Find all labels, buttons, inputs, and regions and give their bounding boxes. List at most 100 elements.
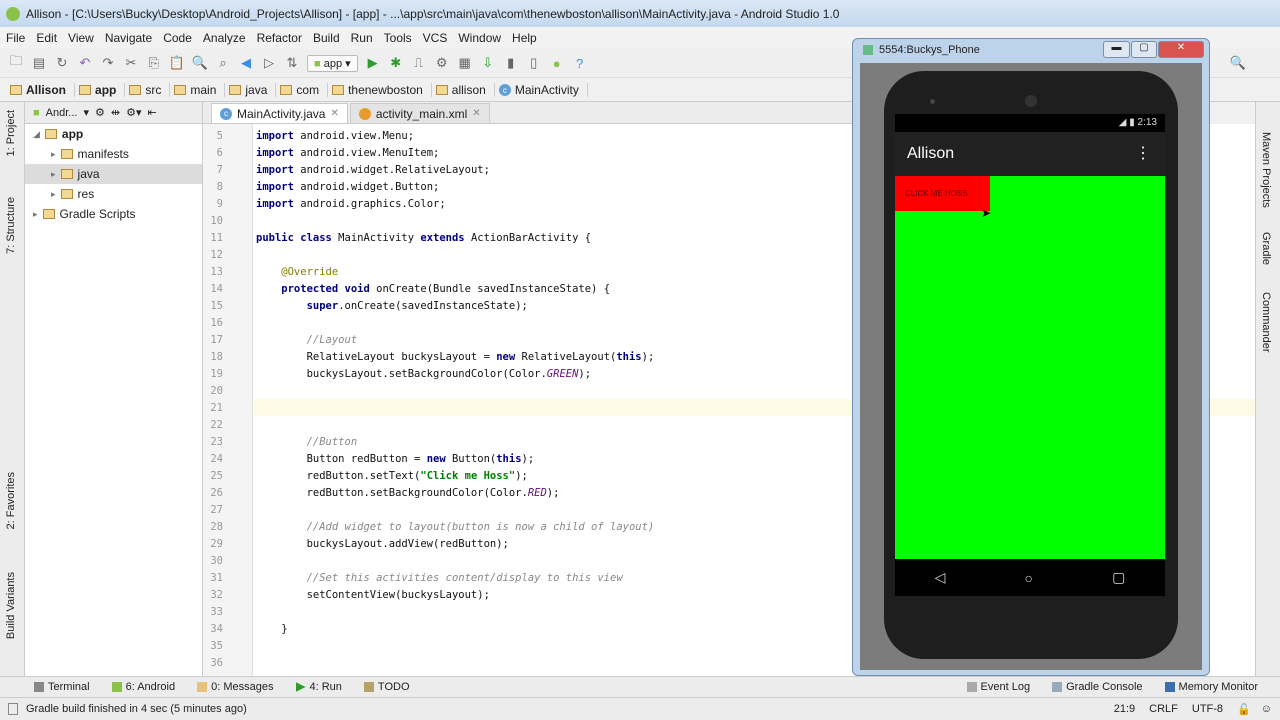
expand-arrow-icon[interactable]: ▸ (51, 189, 56, 200)
breadcrumb-item[interactable]: Allison (10, 83, 76, 97)
overflow-menu-icon[interactable]: ⋮ (1135, 132, 1151, 176)
maven-projects-tool-tab[interactable]: Maven Projects (1260, 132, 1272, 208)
breadcrumb-item[interactable]: src (129, 83, 171, 97)
redo-icon[interactable]: ↷ (100, 55, 116, 71)
breadcrumb-item[interactable]: c MainActivity (498, 83, 588, 97)
project-view-select[interactable]: Andr... (46, 107, 78, 119)
android-icon[interactable]: ● (549, 55, 565, 71)
close-tab-icon[interactable]: ✕ (472, 108, 480, 119)
menu-code[interactable]: Code (163, 31, 192, 45)
menu-help[interactable]: Help (512, 31, 537, 45)
expand-arrow-icon[interactable]: ▸ (51, 169, 56, 180)
expand-arrow-icon[interactable]: ▸ (51, 149, 56, 160)
line-separator[interactable]: CRLF (1149, 703, 1178, 715)
code-line[interactable]: import android.widget.RelativeLayout; (256, 164, 490, 176)
menu-edit[interactable]: Edit (36, 31, 57, 45)
click-me-hoss-button[interactable]: CLICK ME HOSS (895, 176, 990, 211)
code-line[interactable]: buckysLayout.addView(redButton); (256, 538, 509, 550)
tab-activity-main-xml[interactable]: activity_main.xml ✕ (349, 103, 490, 123)
breadcrumb-item[interactable]: allison (435, 83, 495, 97)
close-button[interactable]: ✕ (1158, 41, 1204, 58)
code-line[interactable]: protected void onCreate(Bundle savedInst… (256, 283, 610, 295)
recents-nav-icon[interactable]: ▢ (1112, 569, 1125, 586)
tree-item[interactable]: ▸ Gradle Scripts (25, 204, 202, 224)
code-line[interactable]: setContentView(buckysLayout); (256, 589, 490, 601)
memory-monitor-tool-button[interactable]: Memory Monitor (1164, 681, 1258, 693)
maximize-button[interactable]: ▢ (1131, 41, 1157, 58)
minimize-button[interactable]: ▬ (1103, 41, 1130, 58)
home-nav-icon[interactable]: ○ (1025, 570, 1033, 586)
code-line[interactable]: import android.widget.Button; (256, 181, 439, 193)
caret-position[interactable]: 21:9 (1114, 703, 1135, 715)
code-line[interactable]: } (256, 623, 287, 635)
expand-arrow-icon[interactable]: ◢ (33, 129, 40, 140)
code-line[interactable]: super.onCreate(savedInstanceState); (256, 300, 528, 312)
copy-icon[interactable]: ⎘ (146, 55, 162, 71)
hide-icon[interactable]: ⇤ (147, 106, 156, 119)
code-line[interactable]: import android.graphics.Color; (256, 198, 446, 210)
code-line[interactable]: Button redButton = new Button(this); (256, 453, 535, 465)
make-icon[interactable]: ⇅ (284, 55, 300, 71)
back-icon[interactable]: ◀ (238, 55, 254, 71)
menu-tools[interactable]: Tools (384, 31, 412, 45)
android-tool-button[interactable]: 6: Android (111, 681, 175, 693)
terminal-tool-button[interactable]: Terminal (34, 681, 90, 693)
back-nav-icon[interactable]: ◁ (935, 569, 946, 586)
settings-icon[interactable]: ⚙ (95, 106, 105, 119)
debug-icon[interactable]: ✱ (388, 55, 404, 71)
messages-tool-button[interactable]: 0: Messages (197, 681, 274, 693)
breadcrumb-item[interactable]: app (79, 83, 126, 97)
structure-tool-tab[interactable]: 7: Structure (5, 197, 17, 254)
breadcrumb-item[interactable]: thenewboston (332, 83, 432, 97)
tree-item[interactable]: ◢ app (25, 124, 202, 144)
menu-file[interactable]: File (6, 31, 25, 45)
menu-refactor[interactable]: Refactor (257, 31, 302, 45)
avd-manager-icon[interactable]: ▮ (503, 55, 519, 71)
favorites-tool-tab[interactable]: 2: Favorites (5, 472, 17, 529)
code-line[interactable]: //Add widget to layout(button is now a c… (256, 521, 655, 533)
open-icon[interactable]: 🗀 (8, 53, 24, 71)
undo-icon[interactable]: ↶ (77, 55, 93, 71)
breadcrumb-item[interactable]: java (229, 83, 277, 97)
menu-build[interactable]: Build (313, 31, 340, 45)
gear-icon[interactable]: ⚙▾ (126, 106, 141, 119)
code-line[interactable]: redButton.setText("Click me Hoss"); (256, 470, 528, 482)
tree-item[interactable]: ▸ java (25, 164, 202, 184)
tab-mainactivity-java[interactable]: c MainActivity.java ✕ (211, 103, 348, 123)
tree-item[interactable]: ▸ res (25, 184, 202, 204)
search-everywhere-icon[interactable]: 🔍 (1230, 55, 1246, 71)
code-line[interactable]: @Override (256, 266, 338, 278)
collapse-icon[interactable]: ⇹ (111, 106, 120, 119)
monitor-icon[interactable]: ▯ (526, 55, 542, 71)
code-line[interactable]: //Layout (256, 334, 358, 346)
run-icon[interactable]: ▶ (365, 55, 381, 71)
sdk-manager-icon[interactable]: ▦ (457, 55, 473, 71)
file-encoding[interactable]: UTF-8 (1192, 703, 1223, 715)
event-log-tool-button[interactable]: Event Log (966, 681, 1030, 693)
code-line[interactable]: import android.view.MenuItem; (256, 147, 439, 159)
lock-icon[interactable]: 🔓 (1237, 703, 1251, 716)
find-icon[interactable]: 🔍 (192, 55, 208, 71)
project-tool-tab[interactable]: 1: Project (5, 110, 17, 156)
replace-icon[interactable]: ⌕ (215, 55, 231, 71)
tool-windows-icon[interactable] (8, 703, 18, 715)
menu-analyze[interactable]: Analyze (203, 31, 246, 45)
project-structure-icon[interactable]: ⚙ (434, 55, 450, 71)
breadcrumb-item[interactable]: main (174, 83, 226, 97)
run-tool-button[interactable]: 4: Run (295, 681, 342, 693)
run-config-select[interactable]: ■ app ▾ (307, 54, 358, 72)
build-variants-tool-tab[interactable]: Build Variants (5, 572, 17, 639)
attach-icon[interactable]: ⎍ (411, 55, 427, 71)
paste-icon[interactable]: 📋 (169, 55, 185, 71)
tree-item[interactable]: ▸ manifests (25, 144, 202, 164)
cut-icon[interactable]: ✂ (123, 55, 139, 71)
todo-tool-button[interactable]: TODO (363, 681, 410, 693)
menu-window[interactable]: Window (458, 31, 501, 45)
code-line[interactable]: //Set this activities content/display to… (256, 572, 623, 584)
gradle-sync-icon[interactable]: ⇩ (480, 55, 496, 71)
code-line[interactable]: public class MainActivity extends Action… (256, 232, 591, 244)
sync-icon[interactable]: ↻ (54, 55, 70, 71)
code-line[interactable]: //Button (256, 436, 358, 448)
code-line[interactable]: RelativeLayout buckysLayout = new Relati… (256, 351, 655, 363)
breadcrumb-item[interactable]: com (280, 83, 329, 97)
